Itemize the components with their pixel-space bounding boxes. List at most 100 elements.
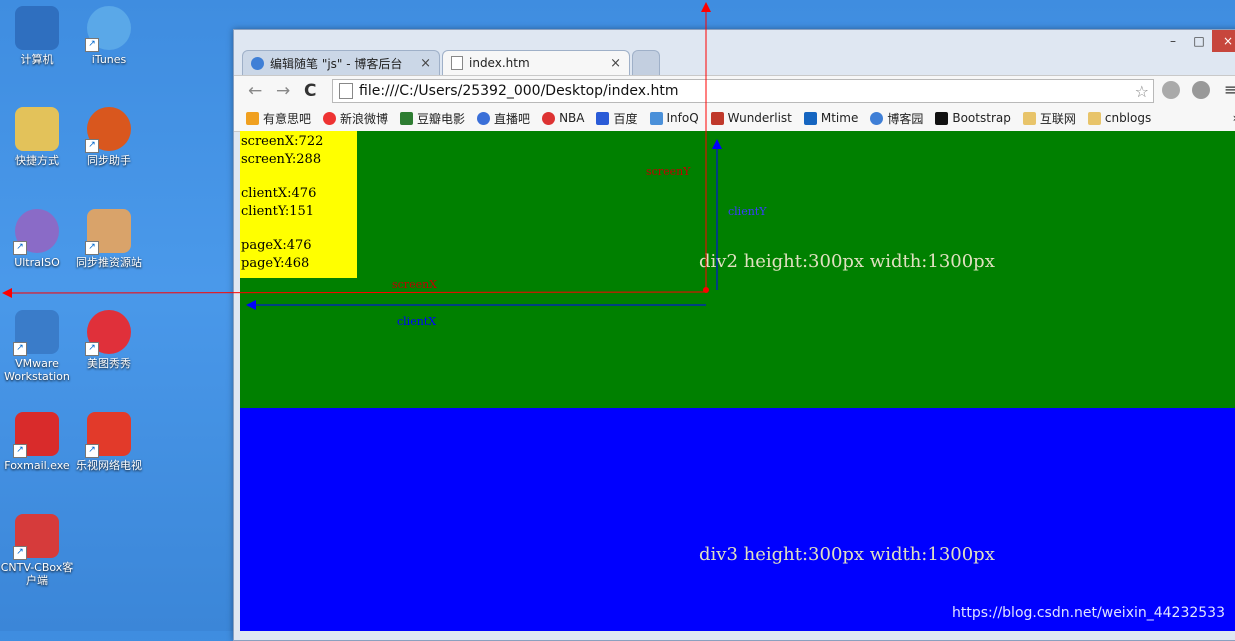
desktop-icon-meitu[interactable]: ↗ 美图秀秀 [72,310,146,370]
bookmark-label: InfoQ [666,111,699,125]
desktop-icon-label: 同步推资源站 [76,256,142,269]
star-icon[interactable]: ☆ [1135,82,1149,101]
desktop-icon-label: UltraISO [14,256,60,269]
desktop-icon-letv[interactable]: ↗ 乐视网络电视 [72,412,146,472]
bookmark-item[interactable]: 豆瓣电影 [400,110,465,127]
bookmark-folder[interactable]: cnblogs [1087,111,1152,125]
div3-block [240,408,1235,631]
bookmark-item[interactable]: InfoQ [649,111,699,125]
address-bar[interactable]: file:///C:/Users/25392_000/Desktop/index… [332,79,1154,103]
letv-icon: ↗ [85,412,131,458]
desktop-icon-tongbutui[interactable]: ↗ 同步推资源站 [72,209,146,269]
screen-y-annotation: screenY [646,165,691,178]
folder-icon [1087,111,1101,125]
tab-close-icon[interactable]: × [420,56,431,71]
close-window-button[interactable]: × [1212,30,1235,52]
bookmark-icon [803,111,817,125]
desktop-icon-cntv[interactable]: ↗ CNTV-CBox客户端 [0,514,74,587]
menu-icon[interactable]: ≡ [1224,80,1235,99]
tab-close-icon[interactable]: × [610,56,621,71]
back-icon[interactable]: ← [248,81,262,101]
desktop-icon-label: iTunes [91,53,127,66]
new-tab-button[interactable] [632,50,660,75]
desktop-icon-ultraiso[interactable]: ↗ UltraISO [0,209,74,269]
bookmark-icon [323,111,337,125]
desktop-icon-shortcut[interactable]: 快捷方式 [0,107,74,167]
maximize-button[interactable]: □ [1186,30,1212,52]
extension-icon[interactable] [1192,81,1210,99]
bookmark-item[interactable]: 新浪微博 [323,110,388,127]
vmware-icon: ↗ [13,310,59,356]
bookmark-label: 豆瓣电影 [417,111,466,126]
desktop-icon-label: 计算机 [20,53,54,66]
desktop-icon-label: 乐视网络电视 [76,459,142,472]
screen-x-annotation: screenX [392,278,437,291]
bookmark-label: 直播吧 [494,111,531,126]
desktop-icon-label: 同步助手 [87,154,131,167]
tab-strip: 编辑随笔 "js" - 博客后台 × index.htm × [242,50,662,75]
client-y-annotation: clientY [728,205,767,218]
bookmark-icon [246,111,259,125]
extension-icon[interactable] [1162,81,1180,99]
watermark: https://blog.csdn.net/weixin_44232533 [951,605,1225,621]
toolbar: ← → C file:///C:/Users/25392_000/Desktop… [234,75,1235,106]
bookmark-label: 互联网 [1039,111,1076,126]
tab-title: index.htm [469,56,530,70]
bookmark-item[interactable]: Mtime [803,111,859,125]
desktop-icon-foxmail[interactable]: ↗ Foxmail.exe [0,412,74,472]
tab-index[interactable]: index.htm × [442,50,630,75]
itunes-icon: ↗ [85,6,131,52]
tab-blog-editor[interactable]: 编辑随笔 "js" - 博客后台 × [242,50,440,75]
reload-icon[interactable]: C [304,81,316,101]
page-y-readout: pageY:468 [241,255,310,271]
screen-y-readout: screenY:288 [241,151,322,167]
bookmark-label: cnblogs [1104,111,1152,125]
bookmark-label: Bootstrap [952,111,1011,125]
desktop-icon-computer[interactable]: 计算机 [0,6,74,66]
computer-icon [15,6,59,50]
page-icon [451,56,463,70]
client-x-annotation: clientX [397,315,437,328]
folder-icon [15,107,59,151]
tongbutui-icon: ↗ [85,209,131,255]
bookmark-icon [870,111,884,125]
forward-icon[interactable]: → [276,81,290,101]
desktop-icon-label: Foxmail.exe [4,459,70,472]
div3-label: div3 height:300px width:1300px [699,544,995,565]
bookmark-item[interactable]: 有意思吧 [246,110,311,127]
client-x-readout: clientX:476 [241,186,317,201]
bookmark-label: 有意思吧 [263,111,312,126]
bookmark-icon [649,111,663,125]
bookmark-item[interactable]: 直播吧 [477,110,530,127]
page-icon [339,83,353,99]
bookmark-label: 新浪微博 [340,111,389,126]
tongbu-icon: ↗ [85,107,131,153]
desktop-icon-label: CNTV-CBox客户端 [0,561,74,587]
desktop-icon-vmware[interactable]: ↗ VMware Workstation [0,310,74,383]
bookmark-label: 百度 [613,111,638,126]
desktop-icon-label: 快捷方式 [15,154,59,167]
bookmark-item[interactable]: 博客园 [870,110,923,127]
bookmark-label: Wunderlist [727,111,792,125]
bookmark-icon [477,111,491,125]
bookmark-item[interactable]: NBA [542,111,584,125]
bookmark-icon [710,111,724,125]
bookmark-icon [935,111,949,125]
url-text: file:///C:/Users/25392_000/Desktop/index… [359,83,679,99]
div2-label: div2 height:300px width:1300px [699,251,995,272]
client-y-readout: clientY:151 [241,203,315,219]
bookmark-item[interactable]: Wunderlist [710,111,792,125]
bookmark-item[interactable]: Bootstrap [935,111,1011,125]
desktop-icon-itunes[interactable]: ↗ iTunes [72,6,146,66]
bookmark-item[interactable]: 百度 [596,110,638,127]
bookmark-folder[interactable]: 互联网 [1022,110,1076,127]
blog-favicon-icon [251,56,264,70]
bookmark-label: 博客园 [887,111,924,126]
minimize-button[interactable]: – [1160,30,1186,52]
desktop-icon-tongbu[interactable]: ↗ 同步助手 [72,107,146,167]
meitu-icon: ↗ [85,310,131,356]
window-controls: – □ × [1160,30,1235,52]
desktop-icon-label: VMware Workstation [4,357,70,383]
folder-icon [1022,111,1036,125]
bookmark-label: Mtime [820,111,859,125]
